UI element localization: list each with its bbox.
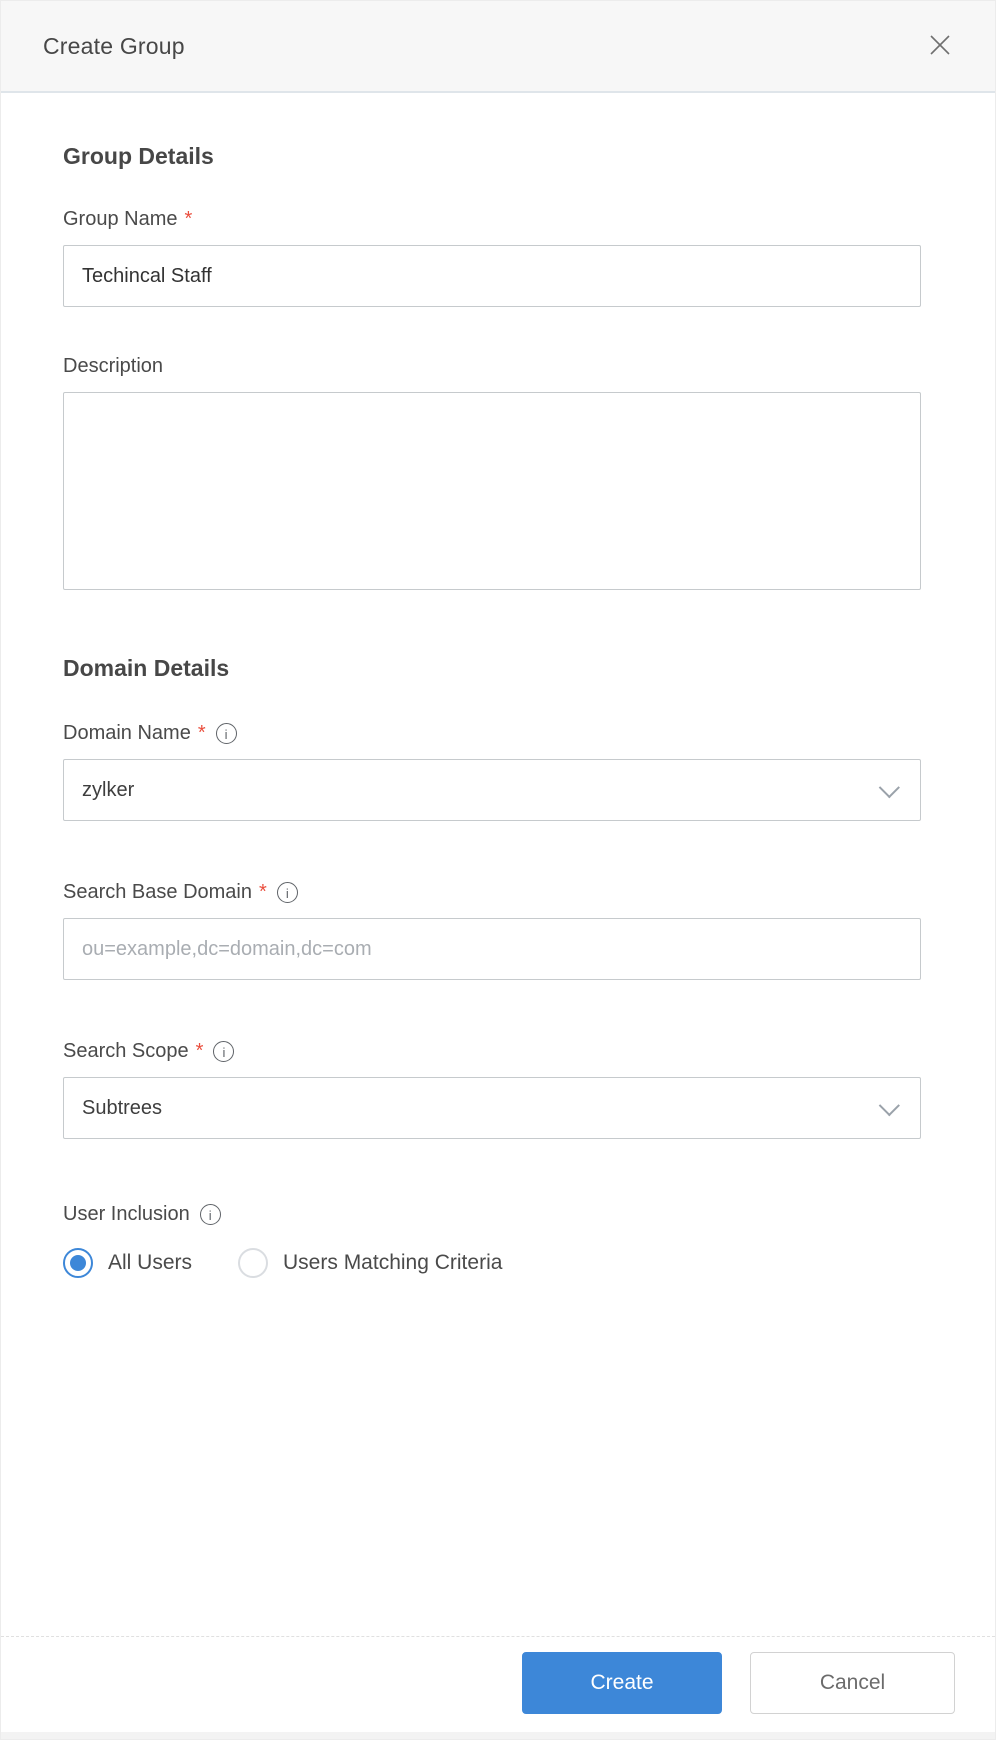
domain-details-heading: Domain Details [63,655,919,682]
close-button[interactable] [923,29,957,63]
description-textarea[interactable] [63,392,921,590]
required-asterisk: * [259,881,267,904]
modal-header: Create Group [1,1,995,93]
required-asterisk: * [198,722,206,745]
radio-button-icon [63,1248,93,1278]
modal-body: Group Details Group Name * Description D… [1,93,995,1636]
chevron-down-icon [879,777,900,798]
user-inclusion-label-row: User Inclusion i [63,1203,919,1226]
cancel-button[interactable]: Cancel [750,1652,955,1714]
radio-label: All Users [108,1251,192,1275]
radio-button-icon [238,1248,268,1278]
user-inclusion-label: User Inclusion [63,1203,190,1226]
search-scope-select[interactable]: Subtrees [63,1077,921,1139]
info-icon[interactable]: i [216,723,237,744]
create-button[interactable]: Create [522,1652,722,1714]
description-label: Description [63,355,163,378]
search-scope-selected-value: Subtrees [82,1097,162,1120]
info-icon[interactable]: i [213,1041,234,1062]
bottom-edge [1,1732,995,1739]
radio-label: Users Matching Criteria [283,1251,502,1275]
required-asterisk: * [185,208,193,231]
search-base-domain-input[interactable] [63,918,921,980]
domain-name-selected-value: zylker [82,779,134,802]
domain-name-label: Domain Name [63,722,191,745]
domain-name-label-row: Domain Name * i [63,722,919,745]
radio-all-users[interactable]: All Users [63,1248,192,1278]
radio-users-matching-criteria[interactable]: Users Matching Criteria [238,1248,502,1278]
modal-footer: Create Cancel [1,1636,995,1739]
search-base-domain-label: Search Base Domain [63,881,252,904]
close-icon [927,32,953,61]
search-scope-label-row: Search Scope * i [63,1040,919,1063]
required-asterisk: * [196,1040,204,1063]
user-inclusion-radio-group: All Users Users Matching Criteria [63,1248,919,1278]
modal-title: Create Group [43,33,185,60]
search-scope-label: Search Scope [63,1040,189,1063]
domain-name-select[interactable]: zylker [63,759,921,821]
search-base-label-row: Search Base Domain * i [63,881,919,904]
info-icon[interactable]: i [277,882,298,903]
create-group-modal: Create Group Group Details Group Name * … [0,0,996,1740]
description-label-row: Description [63,355,919,378]
group-name-label: Group Name [63,208,178,231]
group-name-input[interactable] [63,245,921,307]
info-icon[interactable]: i [200,1204,221,1225]
group-name-label-row: Group Name * [63,208,919,231]
chevron-down-icon [879,1095,900,1116]
group-details-heading: Group Details [63,143,919,170]
